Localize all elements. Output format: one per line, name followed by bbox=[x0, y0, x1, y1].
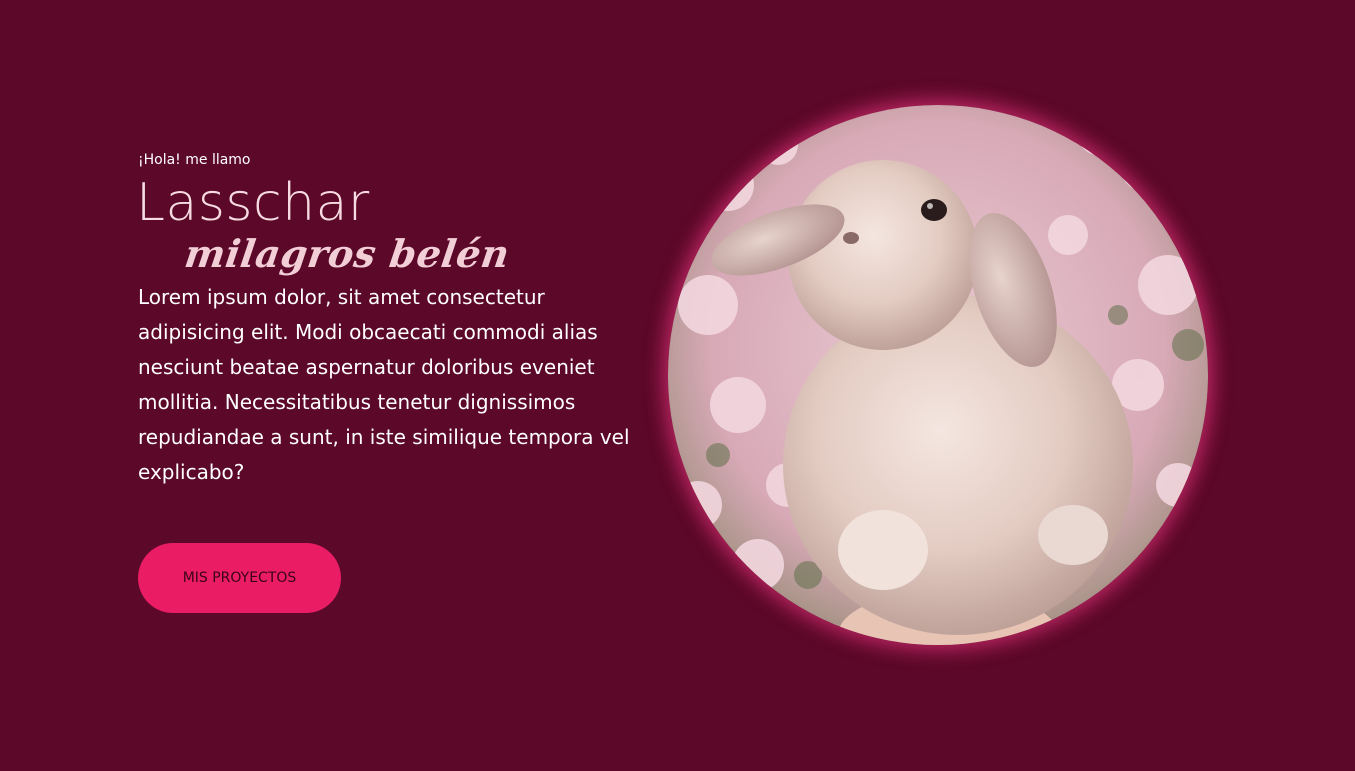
portrait-image bbox=[668, 105, 1208, 645]
projects-button[interactable]: MIS PROYECTOS bbox=[138, 543, 341, 613]
subname-heading: milagros belén bbox=[182, 231, 513, 276]
bio-paragraph: Lorem ipsum dolor, sit amet consectetur … bbox=[138, 285, 630, 484]
greeting-text: ¡Hola! me llamo bbox=[138, 152, 251, 168]
intro-block: ¡Hola! me llamo Lasschar milagros belén … bbox=[136, 150, 658, 490]
name-heading: Lasschar bbox=[136, 173, 370, 233]
bunny-photo bbox=[668, 105, 1208, 645]
hero-section: ¡Hola! me llamo Lasschar milagros belén … bbox=[0, 0, 1355, 771]
